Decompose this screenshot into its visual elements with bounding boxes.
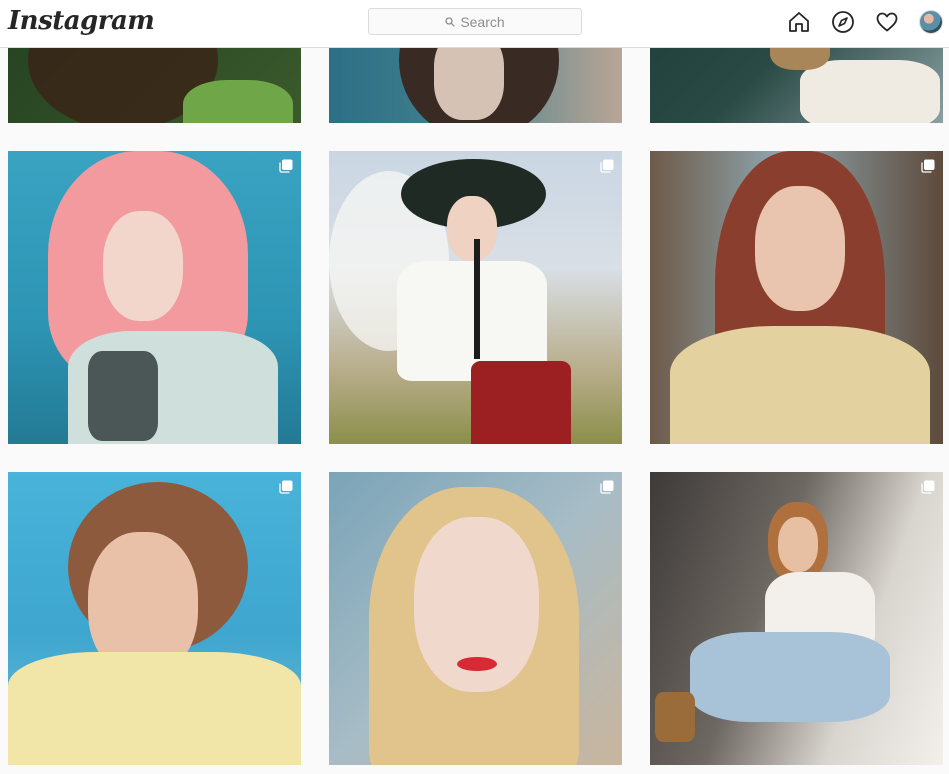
- search-icon: [445, 16, 456, 27]
- top-navigation-bar: Instagram Search: [0, 0, 949, 48]
- post-tile[interactable]: [329, 472, 622, 765]
- multiple-posts-icon: [279, 480, 293, 494]
- nav-icons: [787, 10, 943, 34]
- search-input[interactable]: Search: [368, 8, 582, 35]
- explore-icon[interactable]: [831, 10, 855, 34]
- multiple-posts-icon: [921, 480, 935, 494]
- multiple-posts-icon: [279, 159, 293, 173]
- post-tile[interactable]: [329, 48, 622, 123]
- post-tile[interactable]: [8, 48, 301, 123]
- post-tile[interactable]: [8, 472, 301, 765]
- post-tile[interactable]: [329, 151, 622, 444]
- search-placeholder: Search: [460, 13, 505, 30]
- multiple-posts-icon: [921, 159, 935, 173]
- explore-grid: [0, 48, 949, 774]
- post-tile[interactable]: [650, 472, 943, 765]
- multiple-posts-icon: [600, 159, 614, 173]
- instagram-logo[interactable]: Instagram: [8, 6, 155, 36]
- heart-icon[interactable]: [875, 10, 899, 34]
- home-icon[interactable]: [787, 10, 811, 34]
- post-tile[interactable]: [650, 151, 943, 444]
- multiple-posts-icon: [600, 480, 614, 494]
- post-tile[interactable]: [8, 151, 301, 444]
- avatar[interactable]: [919, 10, 943, 34]
- post-tile[interactable]: [650, 48, 943, 123]
